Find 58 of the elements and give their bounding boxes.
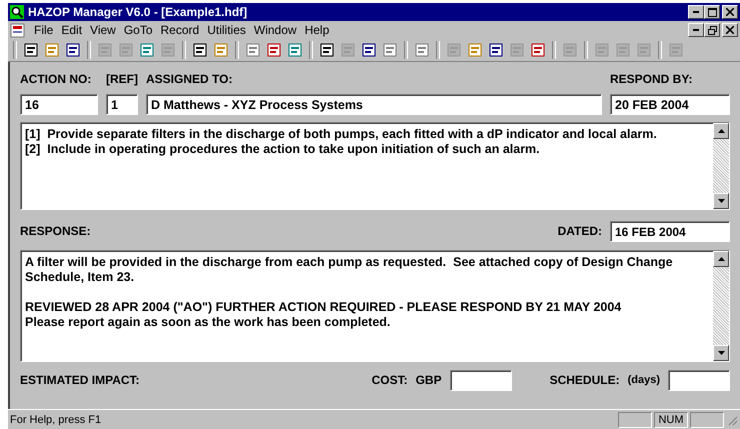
- minimize-button[interactable]: [688, 23, 704, 37]
- scroll-up-icon[interactable]: [718, 129, 724, 133]
- estimated-impact-label: ESTIMATED IMPACT:: [20, 373, 141, 387]
- reference-label: [REF]: [106, 72, 138, 86]
- action-text-area[interactable]: [1] Provide separate filters in the discharge of both pumps, each fitted with a dP indicator and local alarm. [2] Include in operating procedures the action to take upon initiation of such an alarm.: [20, 122, 730, 210]
- menu-item[interactable]: View: [90, 23, 116, 37]
- close-button[interactable]: [722, 5, 738, 19]
- restore-button[interactable]: [704, 23, 720, 37]
- scroll-down-icon[interactable]: [718, 351, 724, 355]
- action-number-label: ACTION NO:: [20, 72, 92, 86]
- resize-grip-icon[interactable]: [726, 414, 738, 426]
- menu-item[interactable]: Utilities: [207, 23, 246, 37]
- scroll-up-icon[interactable]: [718, 257, 724, 261]
- window-title: HAZOP Manager V6.0 - [Example1.hdf]: [28, 5, 248, 19]
- menu-item[interactable]: Window: [254, 23, 297, 37]
- status-text: For Help, press F1: [10, 414, 102, 426]
- num-lock-indicator: NUM: [654, 412, 688, 428]
- maximize-icon: [708, 8, 716, 16]
- menu-item[interactable]: GoTo: [124, 23, 153, 37]
- schedule-field[interactable]: [668, 370, 730, 390]
- action-text-line: [1] Provide separate filters in the discharge of both pumps, each fitted with a dP indicator and local alarm.: [25, 127, 658, 142]
- response-text-line: A filter will be provided in the discharge from each pump as requested. See attached copy of Design Change Schedule, Item 23.: [25, 255, 674, 285]
- assigned-to-label: ASSIGNED TO:: [146, 72, 234, 86]
- status-pane: [690, 412, 724, 428]
- close-button[interactable]: [722, 23, 738, 37]
- menu-item[interactable]: File: [34, 23, 54, 37]
- scroll-down-icon[interactable]: [718, 199, 724, 203]
- menu-item[interactable]: Edit: [61, 23, 82, 37]
- schedule-label: SCHEDULE:: [550, 373, 620, 387]
- response-text-area[interactable]: [20, 250, 730, 362]
- respond-by-field[interactable]: 20 FEB 2004: [610, 94, 730, 114]
- magnifier-icon: [10, 5, 24, 19]
- action-text-line: [2] Include in operating procedures the action to take upon initiation of such an alarm.: [25, 142, 541, 157]
- restore-icon: [708, 26, 716, 34]
- menu-item[interactable]: Record: [160, 23, 200, 37]
- assigned-to-field[interactable]: D Matthews - XYZ Process Systems: [146, 94, 602, 114]
- dated-field[interactable]: 16 FEB 2004: [610, 220, 730, 242]
- minimize-icon: [693, 11, 699, 13]
- close-icon: [726, 26, 734, 34]
- status-pane: [618, 412, 652, 428]
- close-icon: [726, 8, 734, 16]
- dated-label: DATED:: [558, 224, 602, 238]
- reference-field[interactable]: 1: [106, 94, 138, 114]
- cost-field[interactable]: [450, 370, 512, 390]
- scrollbar[interactable]: [713, 123, 729, 209]
- currency-label: GBP: [416, 373, 442, 387]
- cost-label: COST:: [372, 373, 408, 387]
- minimize-button[interactable]: [688, 5, 704, 19]
- minimize-icon: [693, 29, 699, 31]
- action-number-field[interactable]: 16: [20, 94, 98, 114]
- menu-item[interactable]: Help: [304, 23, 330, 37]
- response-text-line: Please report again as soon as the work has been completed.: [25, 315, 392, 330]
- days-label: (days): [628, 374, 660, 386]
- response-text-line: REVIEWED 28 APR 2004 ("AO") FURTHER ACTION REQUIRED - PLEASE RESPOND BY 21 MAY 2004: [25, 300, 622, 315]
- scrollbar[interactable]: [713, 251, 729, 361]
- respond-by-label: RESPOND BY:: [610, 72, 694, 86]
- response-label: RESPONSE:: [20, 224, 92, 238]
- maximize-button[interactable]: [704, 5, 720, 19]
